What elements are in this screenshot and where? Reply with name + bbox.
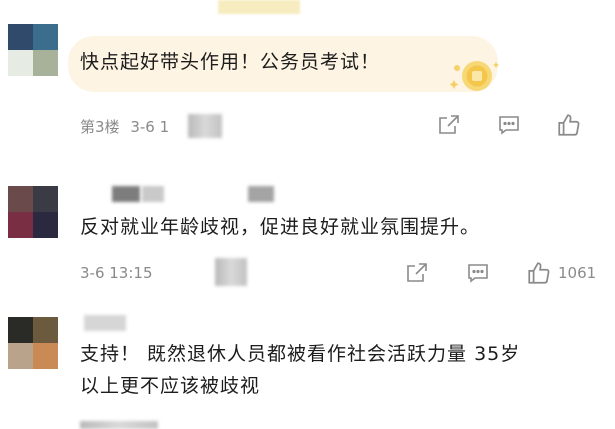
avatar[interactable] <box>8 24 58 76</box>
comment-text: 反对就业年龄歧视，促进良好就业氛围提升。 <box>80 216 481 238</box>
like-button[interactable]: 1061 <box>526 260 596 286</box>
thumbs-up-icon <box>528 262 550 284</box>
avatar[interactable] <box>8 186 58 238</box>
share-icon <box>439 115 459 134</box>
username-redacted <box>84 315 126 331</box>
username-redacted <box>142 186 164 202</box>
redacted-meta <box>215 258 247 286</box>
reply-button[interactable] <box>466 261 490 285</box>
redacted-meta <box>80 421 158 429</box>
reply-button[interactable] <box>497 113 521 137</box>
comment-3: 支持！ 既然退休人员都被看作社会活跃力量 35岁 以上更不应该被歧视 <box>0 305 615 429</box>
floor-label: 第3楼 <box>80 118 120 136</box>
gold-coin-sticker <box>448 56 504 100</box>
redacted-meta <box>188 114 222 138</box>
comment-1: 快点起好带头作用！公务员考试！ 第3楼 3-6 1 <box>0 0 615 150</box>
comment-text: 支持！ 既然退休人员都被看作社会活跃力量 35岁 <box>80 343 521 365</box>
comment-date: 3-6 1 <box>130 118 170 136</box>
comment-text: 以上更不应该被歧视 <box>80 375 261 397</box>
comment-text: 快点起好带头作用！公务员考试！ <box>80 51 381 73</box>
share-button[interactable] <box>437 113 461 137</box>
username-redacted <box>248 186 274 202</box>
like-count: 1061 <box>558 264 597 282</box>
comment-date: 3-6 13:15 <box>80 264 153 282</box>
comment-icon <box>468 264 488 283</box>
comment-2: 反对就业年龄歧视，促进良好就业氛围提升。 3-6 13:15 1061 <box>0 170 615 300</box>
comment-icon <box>499 116 519 135</box>
share-icon <box>407 263 427 282</box>
share-button[interactable] <box>405 261 429 285</box>
comment-meta: 3-6 13:15 <box>80 264 153 282</box>
username-redacted <box>112 186 140 202</box>
avatar[interactable] <box>8 317 58 369</box>
comment-meta: 第3楼 3-6 1 <box>80 116 169 137</box>
like-button[interactable] <box>556 112 588 138</box>
thumbs-up-icon <box>558 114 580 136</box>
